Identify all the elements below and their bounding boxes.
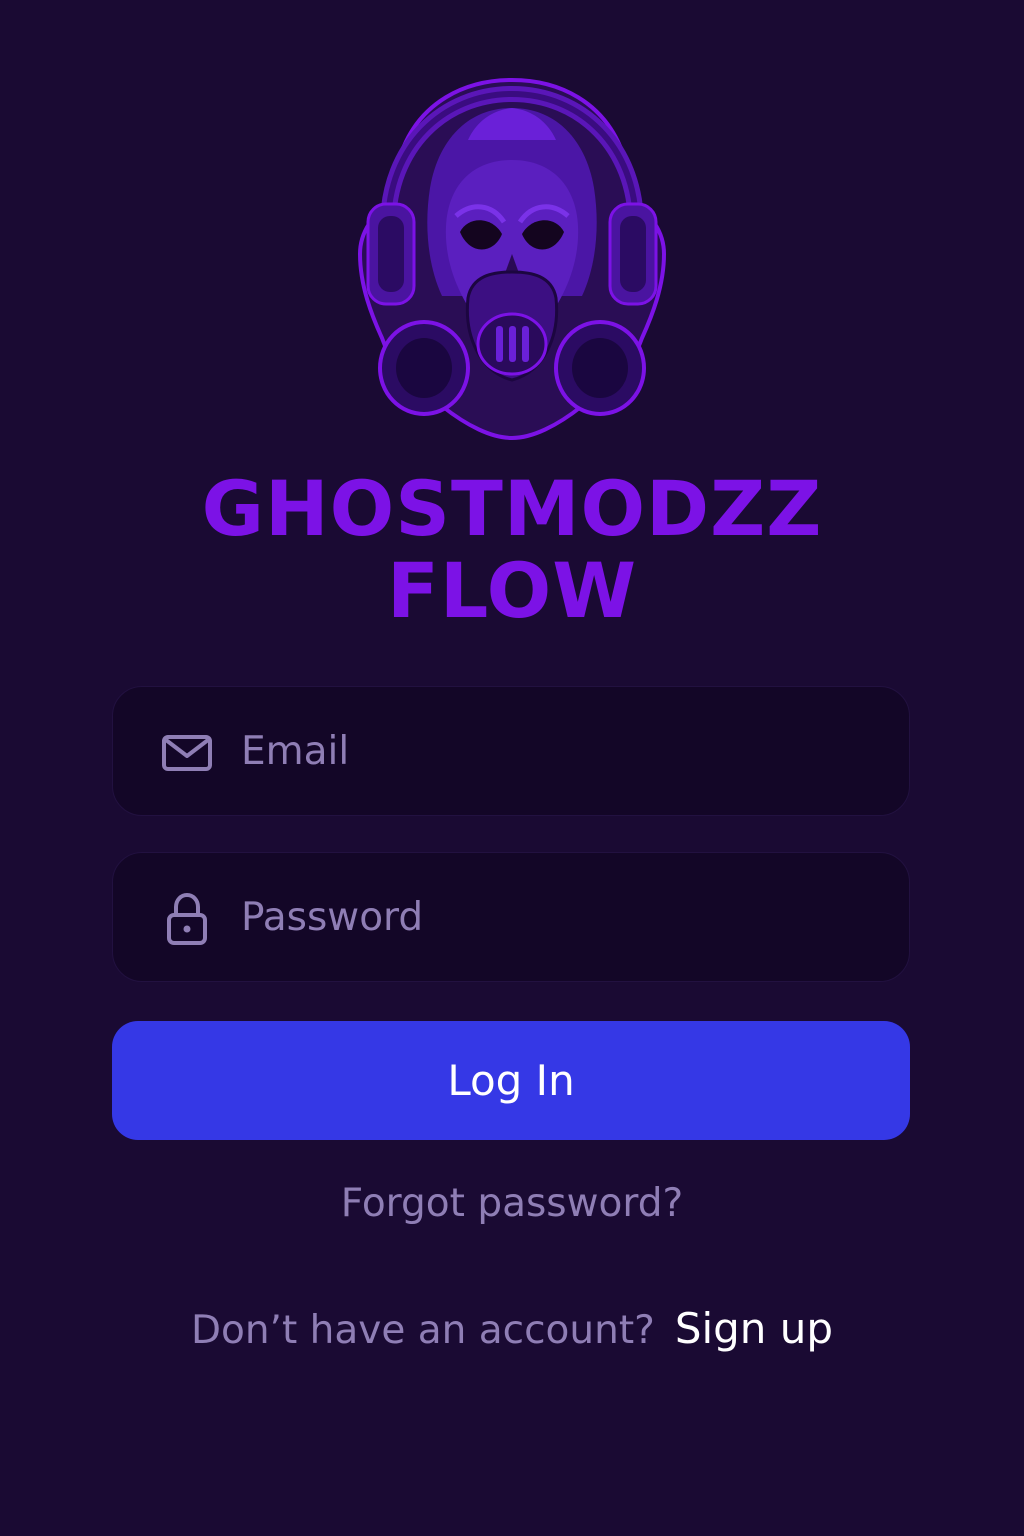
password-field[interactable] — [112, 852, 910, 982]
signup-link[interactable]: Sign up — [675, 1304, 833, 1353]
password-input[interactable] — [241, 853, 861, 981]
forgot-password-link[interactable]: Forgot password? — [0, 1176, 1024, 1232]
app-title-line2: FLOW — [386, 546, 638, 635]
signup-prompt: Don’t have an account? — [190, 1308, 655, 1353]
app-title: GHOSTMODZZ FLOW — [0, 468, 1024, 632]
gasmask-skull-headphones-icon — [357, 77, 667, 441]
signup-row: Don’t have an account? Sign up — [0, 1300, 1024, 1360]
mail-icon — [157, 723, 217, 783]
email-field[interactable] — [112, 686, 910, 816]
app-title-line1: GHOSTMODZZ — [201, 464, 823, 553]
lock-icon — [157, 889, 217, 949]
login-button[interactable]: Log In — [112, 1021, 910, 1140]
logo — [352, 76, 672, 442]
email-input[interactable] — [241, 687, 861, 815]
